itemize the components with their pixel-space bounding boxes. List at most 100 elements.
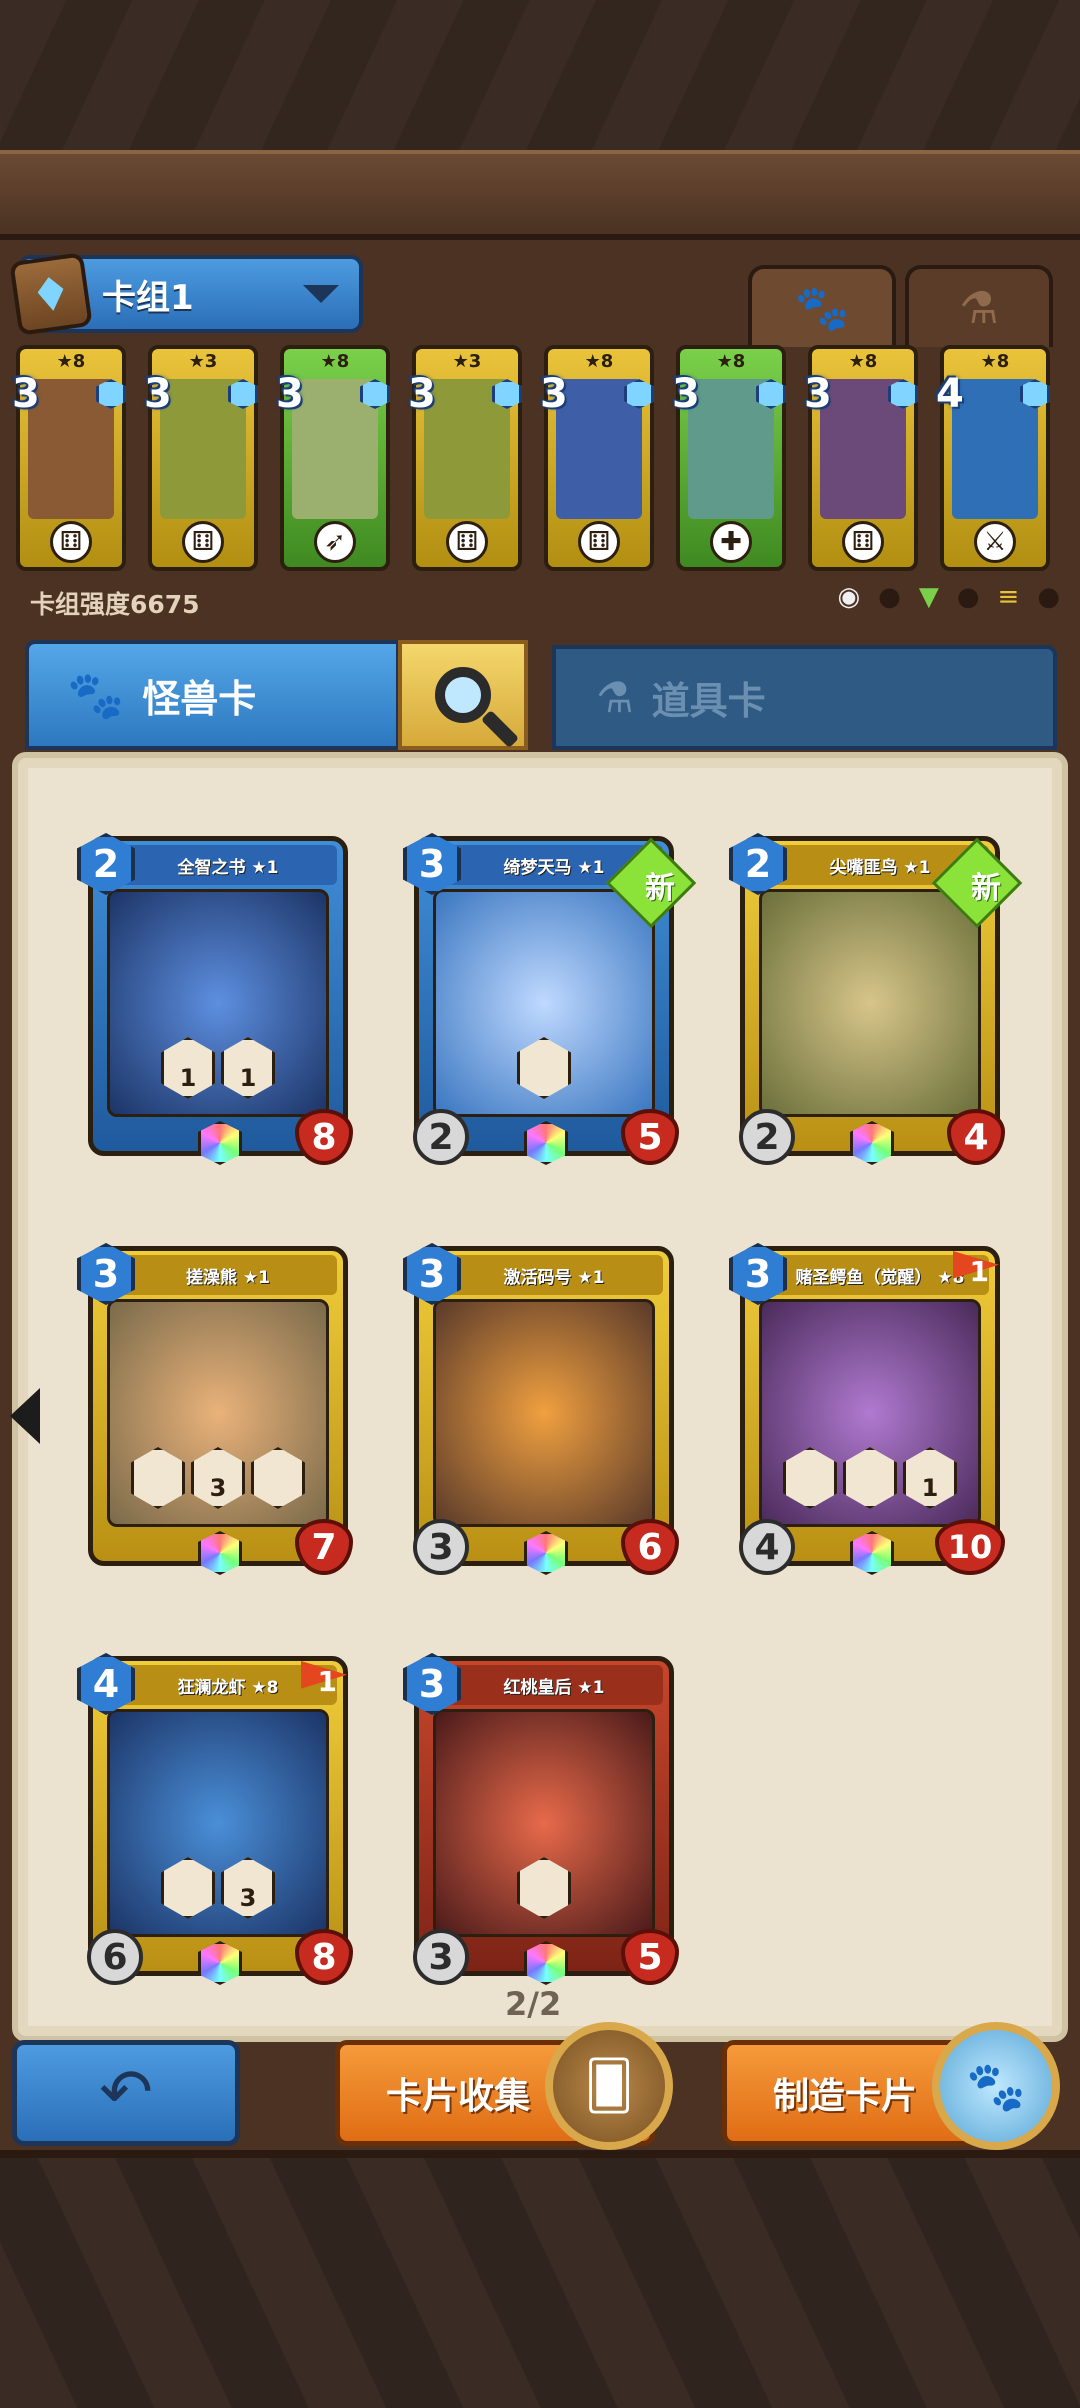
tornado-icon[interactable]: ≡: [998, 582, 1020, 612]
skill-icon: [843, 1447, 897, 1509]
flag-count: 1: [969, 1255, 989, 1288]
card-hp: 8: [295, 1109, 353, 1165]
card-cost: 4: [936, 371, 964, 417]
card-stars: ★8: [848, 351, 878, 372]
skill-icon: [517, 1857, 571, 1919]
deck-card[interactable]: ★8 3 ➶: [276, 345, 390, 571]
dice-icon: ⚅: [182, 521, 224, 563]
skill-list: 3: [129, 1447, 307, 1509]
card-cost: 3: [77, 1243, 135, 1305]
flag-count: 1: [317, 1665, 337, 1698]
deck-selector[interactable]: 卡组1: [9, 252, 363, 336]
deck-card[interactable]: ★8 3 ✚: [672, 345, 786, 571]
tab-monster-label: 怪兽卡: [142, 676, 257, 721]
search-button[interactable]: [398, 640, 528, 750]
skill-icon: [783, 1447, 837, 1509]
card-pack-icon[interactable]: 🂠: [545, 2022, 673, 2150]
card-stars: ★8: [56, 351, 86, 372]
collection-card[interactable]: 绮梦天马 ★1 3 新 2 5: [403, 833, 697, 1165]
card-cost: 3: [403, 833, 461, 895]
deck-name: 卡组1: [102, 277, 194, 318]
skill-list: [455, 1857, 633, 1919]
paw-icon: 🐾: [67, 667, 125, 722]
skill-icon: [161, 1857, 215, 1919]
card-hp: 5: [621, 1929, 679, 1985]
rarity-gem-icon: [850, 1121, 894, 1165]
card-name: 搓澡熊 ★1: [119, 1255, 337, 1295]
collection-card[interactable]: 激活码号 ★1 3 3 6: [403, 1243, 679, 1575]
card-stars: ★8: [716, 351, 746, 372]
card-hp: 5: [621, 1109, 679, 1165]
new-label: 新: [971, 871, 1001, 906]
search-icon: [435, 667, 491, 723]
collection-card[interactable]: 红桃皇后 ★1 3 3 5: [403, 1653, 679, 1985]
skill-list: [455, 1037, 633, 1099]
page-indicator: 2/2: [505, 1985, 562, 2023]
skill-icon: [251, 1447, 305, 1509]
deck-card[interactable]: ★8 3 ⚅: [540, 345, 654, 571]
rarity-gem-icon: [198, 1121, 242, 1165]
card-attack: 2: [413, 1109, 469, 1165]
card-stars: ★8: [980, 351, 1010, 372]
card-name: 红桃皇后 ★1: [445, 1665, 663, 1705]
card-cost: 2: [729, 833, 787, 895]
tab-monster-cards[interactable]: 🐾 怪兽卡: [25, 640, 400, 750]
tooth-icon[interactable]: ●: [957, 582, 980, 612]
new-label: 新: [645, 871, 675, 906]
back-button[interactable]: ↶: [12, 2040, 240, 2146]
deck-card[interactable]: ★3 3 ⚅: [144, 345, 258, 571]
card-cost: 3: [729, 1243, 787, 1305]
skill-icon: 3: [221, 1857, 275, 1919]
rarity-gem-icon: [524, 1531, 568, 1575]
flask-icon: ⚗: [959, 282, 999, 334]
deck-tab-item[interactable]: ⚗: [905, 265, 1053, 347]
potion-jar-icon[interactable]: 🐾: [932, 2022, 1060, 2150]
fire-icon[interactable]: ●: [1037, 582, 1060, 612]
deck-card[interactable]: ★3 3 ⚅: [408, 345, 522, 571]
bow-icon: ➶: [314, 521, 356, 563]
skill-icon: 1: [161, 1037, 215, 1099]
skill-list: 1 1: [129, 1037, 307, 1099]
previous-page-arrow-icon[interactable]: [10, 1388, 40, 1444]
card-cost: 3: [804, 371, 832, 417]
tab-item-cards[interactable]: ⚗ 道具卡: [552, 645, 1057, 750]
card-attack: 4: [739, 1519, 795, 1575]
deck-tab-monster[interactable]: 🐾: [748, 265, 896, 347]
paw-icon: 🐾: [794, 283, 850, 334]
collection-card[interactable]: 全智之书 ★1 2 1 1 8: [77, 833, 353, 1165]
card-cost: 3: [540, 371, 568, 417]
skill-icon: [131, 1447, 185, 1509]
card-collection-panel: 全智之书 ★1 2 1 1 8 绮梦天马 ★1 3 新 2 5 尖嘴匪鸟 ★1 …: [12, 752, 1068, 2042]
card-cost: 3: [672, 371, 700, 417]
deck-card[interactable]: ★8 3 ⚅: [804, 345, 918, 571]
card-art: [433, 1299, 655, 1527]
card-stars: ★3: [452, 351, 482, 372]
rarity-gem-icon: [198, 1941, 242, 1985]
collection-card[interactable]: 赌圣鳄鱼（觉醒） ★8 3 1 1 4 10: [729, 1243, 1005, 1575]
paw-filter-icon[interactable]: ●: [878, 582, 901, 612]
deck-strength: 卡组强度6675: [30, 590, 200, 619]
deck-card[interactable]: ★8 4 ⚔: [936, 345, 1050, 571]
skill-list: 3: [129, 1857, 307, 1919]
collection-card[interactable]: 搓澡熊 ★1 3 3 7: [77, 1243, 353, 1575]
tab-item-label: 道具卡: [651, 679, 766, 723]
heal-icon: ✚: [710, 521, 752, 563]
collection-card[interactable]: 尖嘴匪鸟 ★1 2 新 2 4: [729, 833, 1023, 1165]
back-arrow-icon: ↶: [99, 2056, 153, 2130]
skill-icon: 1: [221, 1037, 275, 1099]
deck-card[interactable]: ★8 3 ⚅: [12, 345, 126, 571]
dice-icon: ⚅: [578, 521, 620, 563]
card-hp: 10: [935, 1519, 1005, 1575]
skill-icon: [517, 1037, 571, 1099]
card-cost: 2: [77, 833, 135, 895]
card-cost: 3: [276, 371, 304, 417]
skill-list: 1: [781, 1447, 959, 1509]
filter-icons: ◉ ● ▼ ● ≡ ●: [837, 582, 1060, 612]
skill-icon: 3: [191, 1447, 245, 1509]
card-cost: 4: [77, 1653, 135, 1715]
deck-card-strip: ★8 3 ⚅ ★3 3 ⚅ ★8 3 ➶ ★3 3 ⚅ ★8 3 ⚅ ★8 3 …: [10, 345, 1070, 575]
leaf-icon[interactable]: ▼: [919, 582, 939, 612]
collection-card[interactable]: 狂澜龙虾 ★8 4 1 3 6 8: [77, 1653, 353, 1985]
circle-icon[interactable]: ◉: [837, 582, 860, 612]
rarity-gem-icon: [524, 1941, 568, 1985]
